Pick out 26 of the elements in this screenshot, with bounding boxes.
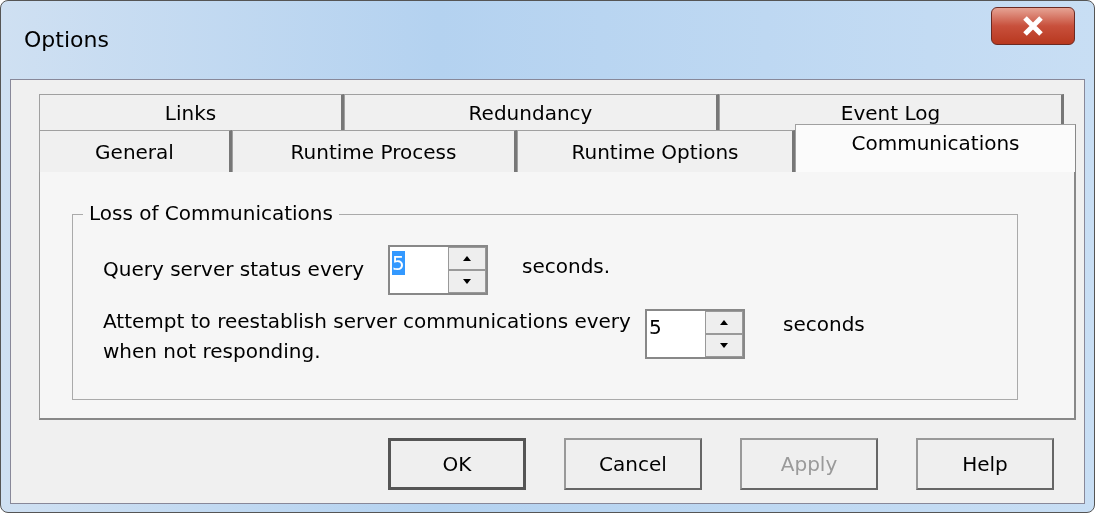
- tab[interactable]: General: [39, 130, 232, 172]
- setting-label: Attempt to reestablish server communications every: [103, 308, 632, 335]
- setting-note: when not responding.: [103, 338, 322, 365]
- spin-up-button[interactable]: [705, 311, 743, 334]
- tab[interactable]: Runtime Process: [232, 130, 517, 172]
- spin-down-button[interactable]: [448, 270, 486, 293]
- spin-field[interactable]: 5: [645, 309, 745, 359]
- spin-down-button[interactable]: [705, 334, 743, 357]
- unit-label: seconds: [783, 312, 865, 336]
- close-icon: [1020, 15, 1046, 37]
- setting-label: Query server status every: [103, 256, 366, 283]
- dialog-button[interactable]: Cancel: [564, 438, 702, 490]
- tab[interactable]: Communications: [795, 124, 1076, 172]
- unit-label: seconds.: [522, 254, 611, 278]
- tab[interactable]: Runtime Options: [517, 130, 795, 172]
- spin-up-button[interactable]: [448, 247, 486, 270]
- up-arrow-icon: [720, 320, 728, 325]
- down-arrow-icon: [720, 343, 728, 348]
- down-arrow-icon: [463, 279, 471, 284]
- tab[interactable]: Redundancy: [344, 94, 719, 130]
- up-arrow-icon: [463, 256, 471, 261]
- window-title: Options: [24, 27, 109, 52]
- dialog-button[interactable]: OK: [388, 438, 526, 490]
- dialog-button[interactable]: Help: [916, 438, 1054, 490]
- tab[interactable]: Links: [39, 94, 344, 130]
- close-button[interactable]: [991, 7, 1075, 45]
